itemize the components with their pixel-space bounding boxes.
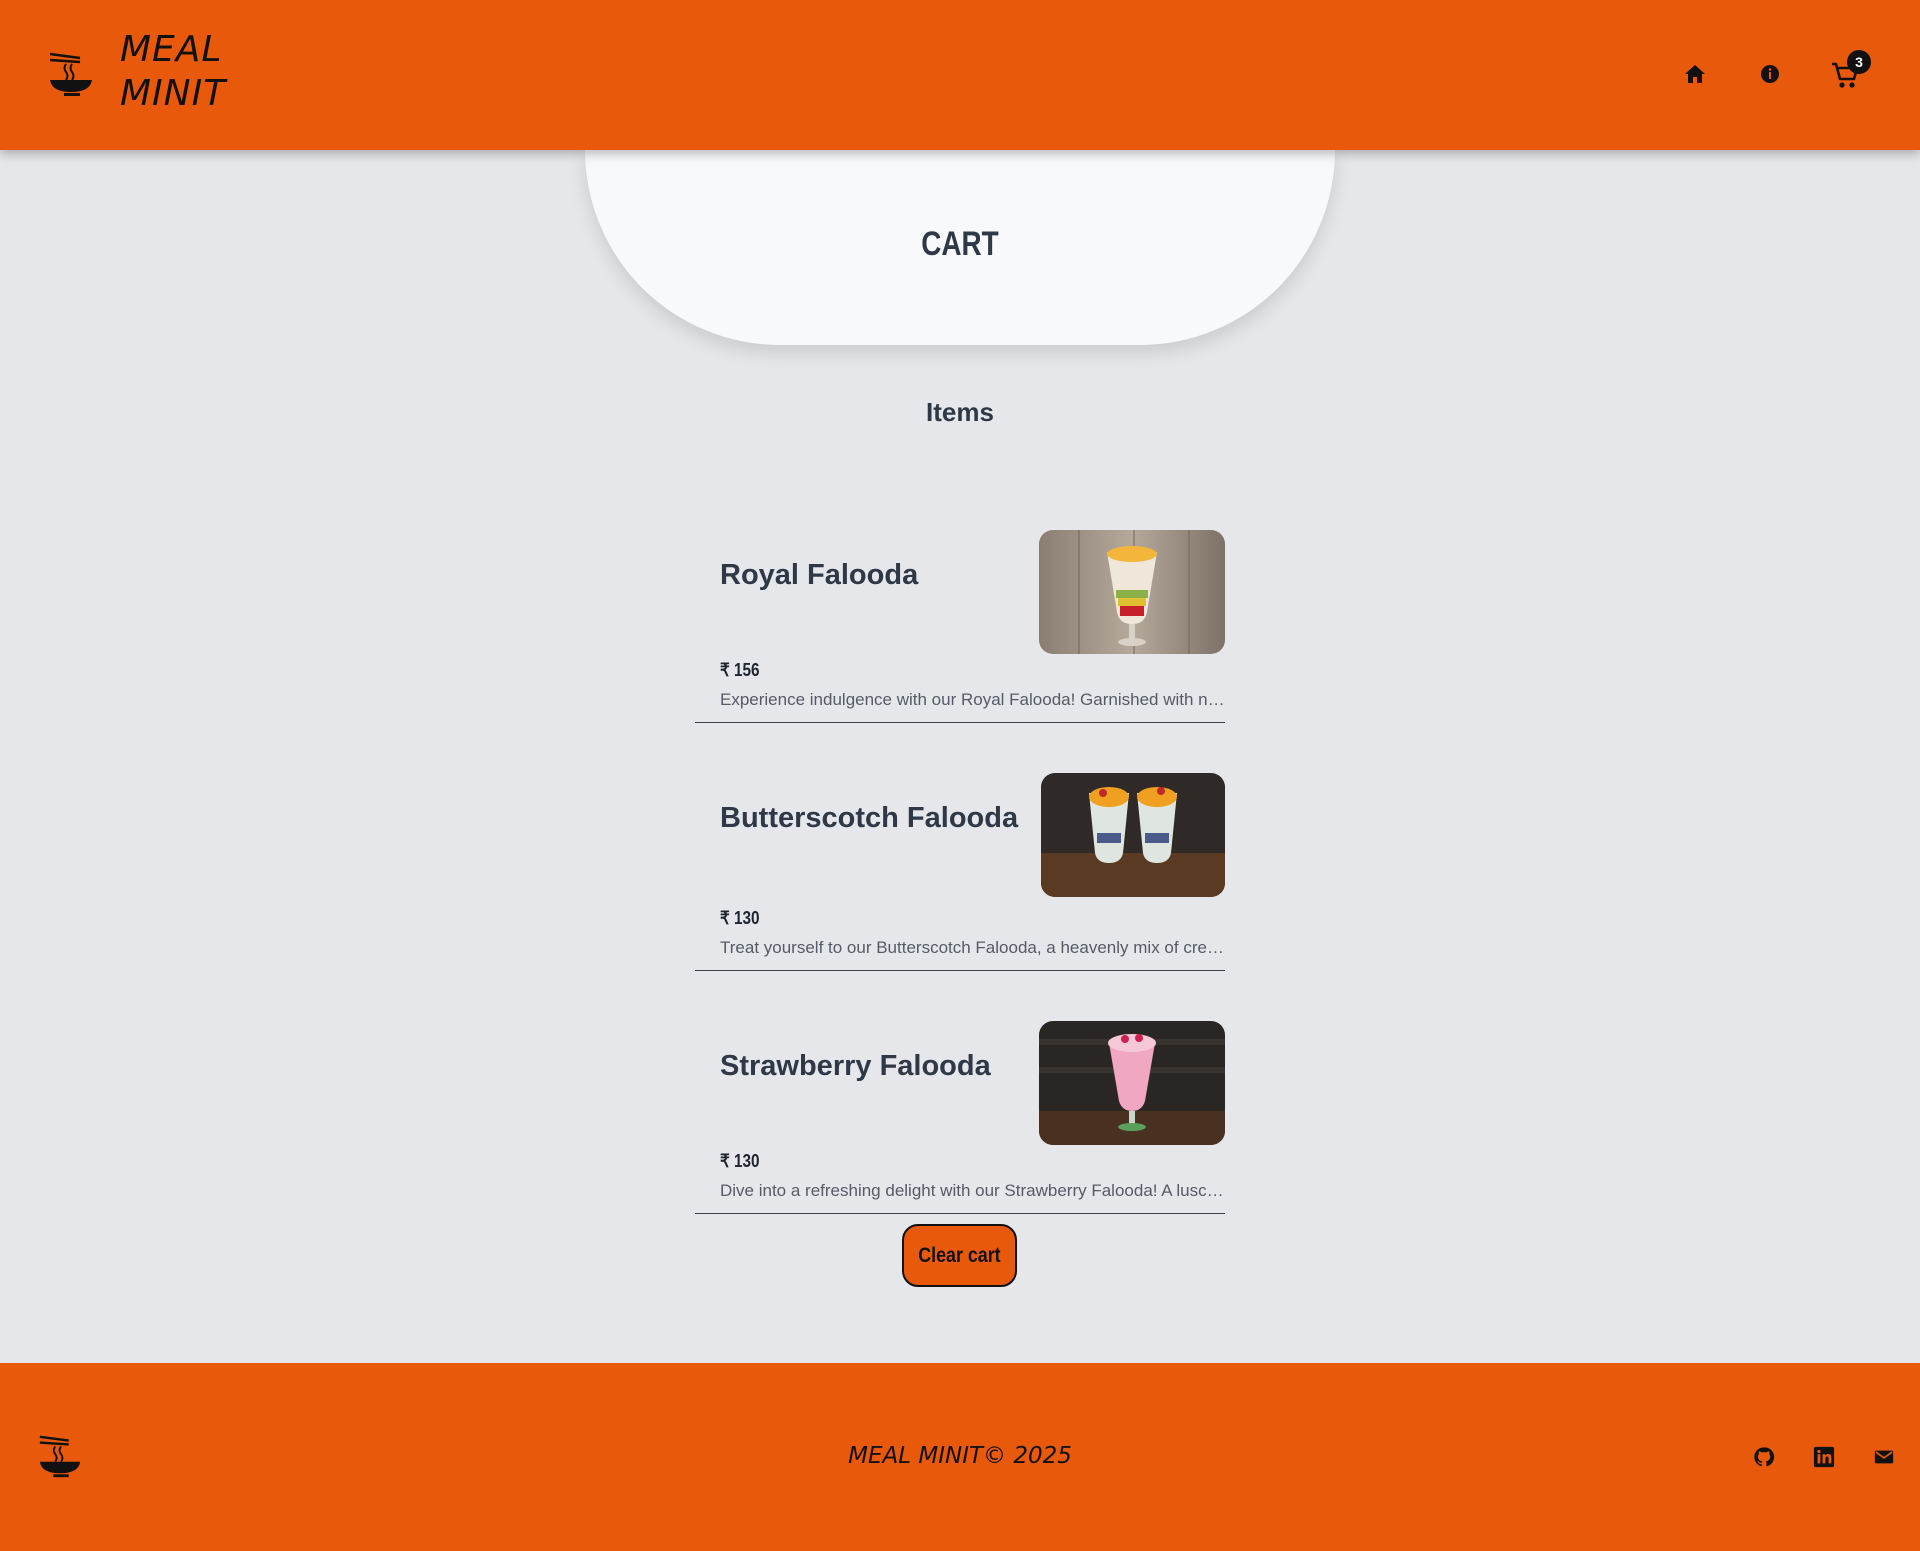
cart-item: Butterscotch Falooda ₹ 130 Treat yoursel… xyxy=(695,773,1225,971)
cart-item: Strawberry Falooda ₹ 130 Dive into a ref… xyxy=(695,1021,1225,1214)
github-icon[interactable] xyxy=(1753,1446,1775,1468)
site-header: MEAL MINIT 3 xyxy=(0,0,1920,150)
cart-banner: CART xyxy=(585,150,1335,345)
item-name: Strawberry Falooda xyxy=(720,1050,991,1082)
info-icon[interactable] xyxy=(1758,62,1782,86)
brand-name[interactable]: MEAL MINIT xyxy=(120,28,226,116)
brand-line-1: MEAL xyxy=(120,29,223,70)
page-title: CART xyxy=(921,225,999,263)
clear-cart-label: Clear cart xyxy=(918,1243,1001,1267)
item-image xyxy=(1039,1021,1225,1145)
copyright-text: MEAL MINIT© 2025 xyxy=(848,1443,1072,1469)
cart-item: Royal Falooda ₹ 156 Experience indulgenc… xyxy=(695,530,1225,723)
item-image xyxy=(1039,530,1225,654)
item-name: Royal Falooda xyxy=(720,559,919,591)
clear-cart-button[interactable]: Clear cart xyxy=(902,1224,1017,1287)
item-image xyxy=(1041,773,1225,897)
item-price: ₹ 156 xyxy=(720,660,760,680)
item-description: Treat yourself to our Butterscotch Faloo… xyxy=(720,938,1225,957)
site-footer: MEAL MINIT© 2025 xyxy=(0,1363,1920,1551)
brand-line-2: MINIT xyxy=(120,73,227,114)
item-price: ₹ 130 xyxy=(720,1151,760,1171)
linkedin-icon[interactable] xyxy=(1813,1446,1835,1468)
item-name: Butterscotch Falooda xyxy=(720,802,1019,834)
mail-icon[interactable] xyxy=(1873,1446,1895,1468)
item-description: Dive into a refreshing delight with our … xyxy=(720,1181,1225,1200)
bowl-chopsticks-icon[interactable] xyxy=(46,50,98,98)
items-heading: Items xyxy=(926,397,994,427)
home-icon[interactable] xyxy=(1683,62,1707,86)
item-price: ₹ 130 xyxy=(720,908,760,928)
item-description: Experience indulgence with our Royal Fal… xyxy=(720,690,1225,709)
cart-count-badge: 3 xyxy=(1847,50,1871,74)
